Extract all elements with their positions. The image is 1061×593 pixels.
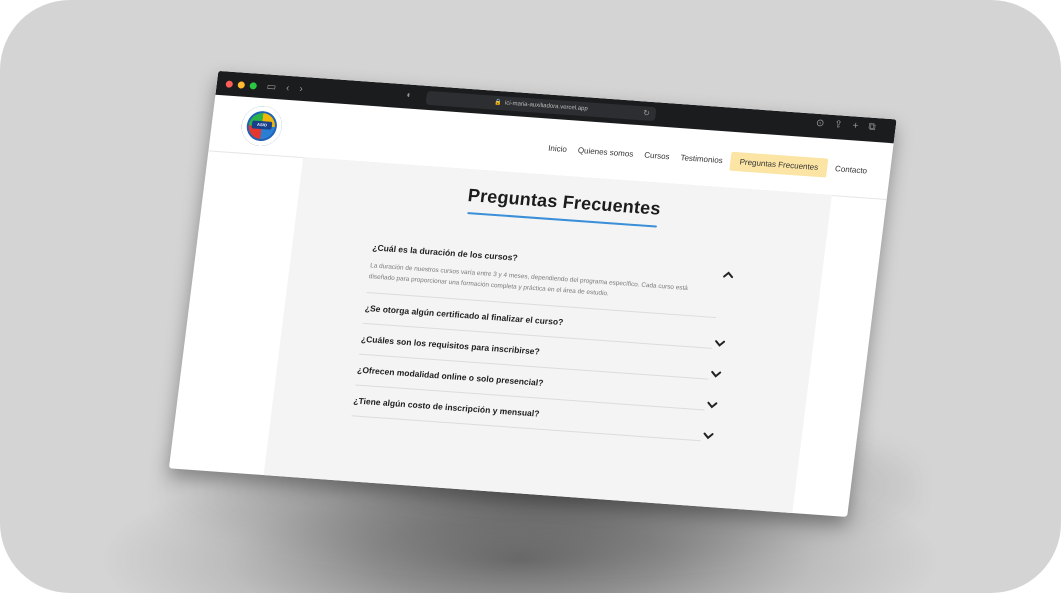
nav-item-cursos[interactable]: Cursos	[640, 146, 673, 165]
chevron-down-icon[interactable]	[704, 398, 720, 413]
faq-list: ¿Cuál es la duración de los cursos? La d…	[351, 232, 734, 443]
browser-window: ▭ ‹ › ◐ 🔒 ici-maria-auxiliadora.vercel.ap…	[168, 70, 897, 517]
minimize-window-button[interactable]	[237, 80, 246, 89]
url-text: ici-maria-auxiliadora.vercel.app	[504, 100, 589, 113]
reload-icon[interactable]: ↻	[642, 106, 651, 120]
logo-label: ASIO	[251, 120, 273, 130]
sidebar-toggle-icon[interactable]: ▭	[266, 81, 277, 93]
lock-icon: 🔒	[494, 99, 503, 107]
nav-item-contacto[interactable]: Contacto	[831, 160, 871, 180]
faq-section: Preguntas Frecuentes ¿Cuál es la duració…	[262, 157, 832, 517]
nav-item-preguntas-frecuentes[interactable]: Preguntas Frecuentes	[729, 151, 829, 178]
privacy-shield-icon[interactable]: ◐	[406, 89, 413, 99]
toolbar-right-icons[interactable]: ⊙⇪+⧉	[815, 118, 886, 134]
chevron-down-icon[interactable]	[712, 336, 728, 351]
maximize-window-button[interactable]	[249, 81, 258, 90]
chevron-down-icon[interactable]	[700, 428, 716, 443]
back-icon[interactable]: ‹	[285, 82, 290, 93]
nav-item-quienes-somos[interactable]: Quienes somos	[574, 142, 638, 163]
forward-icon[interactable]: ›	[299, 83, 304, 94]
main-menu: Inicio Quienes somos Cursos Testimonios …	[544, 138, 871, 180]
chevron-up-icon[interactable]	[720, 267, 736, 282]
backdrop-card: ▭ ‹ › ◐ 🔒 ici-maria-auxiliadora.vercel.ap…	[0, 0, 1061, 593]
chevron-down-icon[interactable]	[708, 367, 724, 382]
nav-item-testimonios[interactable]: Testimonios	[677, 149, 727, 169]
nav-item-inicio[interactable]: Inicio	[544, 139, 571, 158]
site-logo[interactable]: ASIO	[239, 104, 285, 148]
close-window-button[interactable]	[225, 79, 234, 88]
tilted-stage: ▭ ‹ › ◐ 🔒 ici-maria-auxiliadora.vercel.ap…	[113, 55, 903, 525]
